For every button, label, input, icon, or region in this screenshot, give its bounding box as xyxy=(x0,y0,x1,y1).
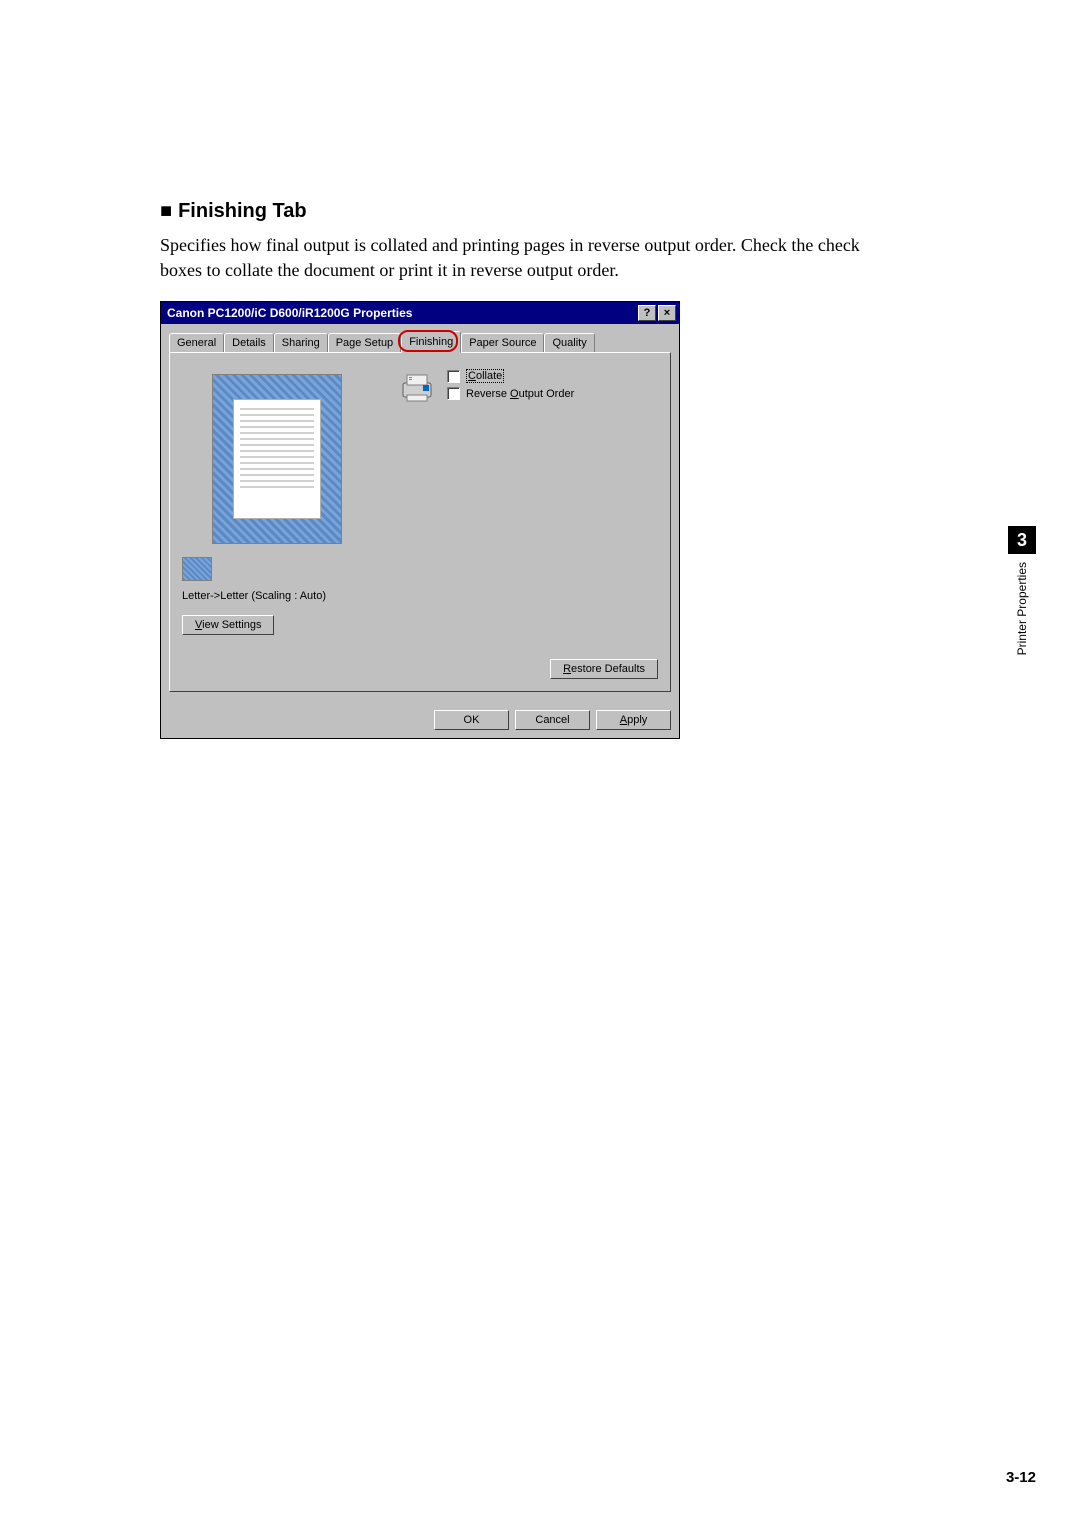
side-chapter-tab: 3 Printer Properties xyxy=(1008,526,1036,655)
chapter-number-badge: 3 xyxy=(1008,526,1036,554)
ok-button[interactable]: OK xyxy=(434,710,509,730)
reverse-output-label[interactable]: Reverse Output Order xyxy=(466,388,574,400)
page-preview-small xyxy=(182,557,212,581)
properties-dialog: Canon PC1200/iC D600/iR1200G Properties … xyxy=(160,301,680,739)
tab-general[interactable]: General xyxy=(169,333,224,352)
collate-label[interactable]: Collate xyxy=(466,369,504,383)
dialog-titlebar: Canon PC1200/iC D600/iR1200G Properties … xyxy=(161,302,679,324)
tab-row: General Details Sharing Page Setup Finis… xyxy=(169,330,671,352)
help-button[interactable]: ? xyxy=(638,305,656,321)
collate-row: Collate xyxy=(447,369,574,383)
finishing-tab-panel: Letter->Letter (Scaling : Auto) xyxy=(169,352,671,692)
tab-sharing[interactable]: Sharing xyxy=(274,333,328,352)
printer-icon xyxy=(397,369,437,405)
heading-bullet: ■ xyxy=(160,200,172,223)
dialog-footer: OK Cancel Apply xyxy=(161,702,679,738)
preview-area: Letter->Letter (Scaling : Auto) xyxy=(182,369,377,602)
chapter-label: Printer Properties xyxy=(1015,562,1029,655)
tab-page-setup[interactable]: Page Setup xyxy=(328,333,402,352)
tab-quality[interactable]: Quality xyxy=(544,333,594,352)
heading-text: Finishing Tab xyxy=(178,200,307,222)
dialog-title: Canon PC1200/iC D600/iR1200G Properties xyxy=(167,306,636,320)
view-settings-button[interactable]: View Settings xyxy=(182,615,274,635)
close-button[interactable]: × xyxy=(658,305,676,321)
tab-paper-source[interactable]: Paper Source xyxy=(461,333,544,352)
page-preview xyxy=(182,369,372,549)
cancel-button[interactable]: Cancel xyxy=(515,710,590,730)
restore-defaults-button[interactable]: Restore Defaults xyxy=(550,659,658,679)
tab-finishing[interactable]: Finishing xyxy=(401,331,461,353)
page-number: 3-12 xyxy=(1006,1469,1036,1486)
reverse-output-row: Reverse Output Order xyxy=(447,387,574,400)
scaling-label: Letter->Letter (Scaling : Auto) xyxy=(182,590,377,602)
collate-checkbox[interactable] xyxy=(447,370,460,383)
reverse-output-checkbox[interactable] xyxy=(447,387,460,400)
tab-details[interactable]: Details xyxy=(224,333,274,352)
section-heading: ■ Finishing Tab xyxy=(160,200,860,223)
section-body-text: Specifies how final output is collated a… xyxy=(160,233,860,283)
apply-button[interactable]: Apply xyxy=(596,710,671,730)
